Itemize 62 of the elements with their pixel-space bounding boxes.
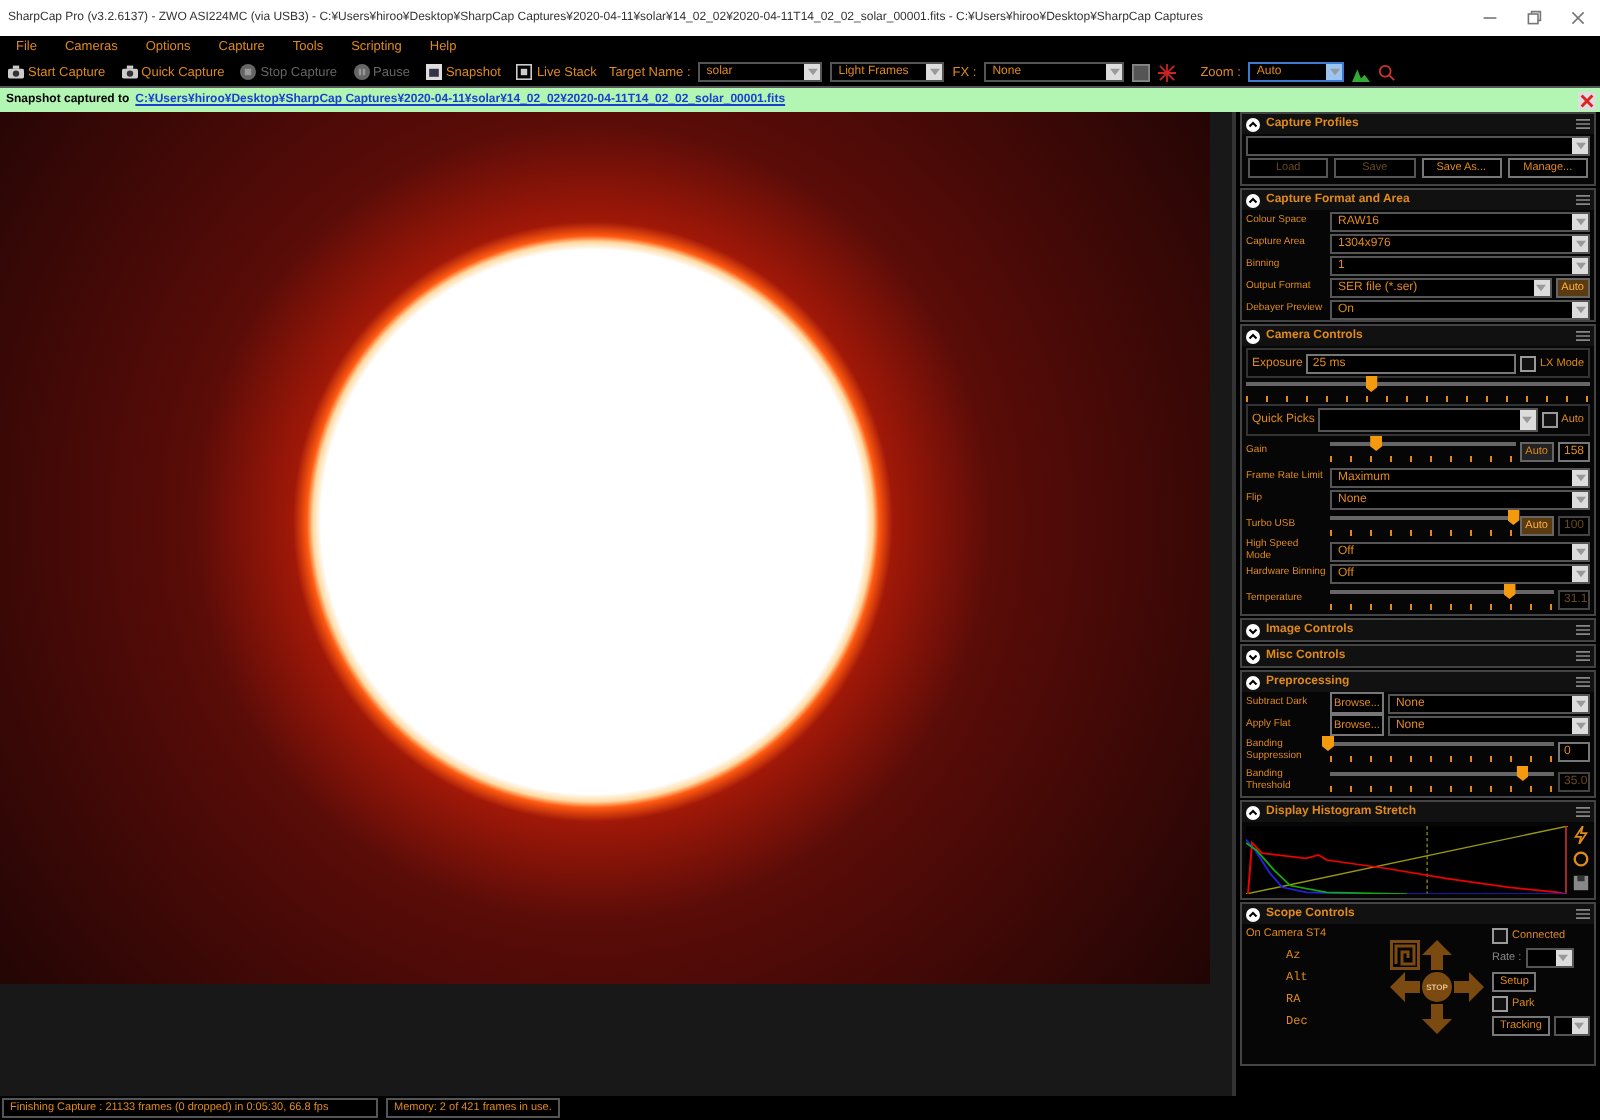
collapse-icon[interactable] — [1246, 675, 1260, 689]
caret-icon — [1575, 699, 1585, 707]
caret-icon — [1329, 68, 1340, 76]
profile-dropdown[interactable] — [1246, 135, 1590, 155]
caret-icon — [807, 68, 818, 76]
caret-icon — [1575, 721, 1585, 729]
menu-icon[interactable] — [1576, 118, 1590, 130]
caret-icon — [1575, 261, 1585, 269]
caret-icon — [1575, 217, 1585, 225]
left-arrow-icon[interactable] — [1390, 972, 1420, 1002]
caret-icon — [1536, 283, 1547, 291]
checkbox[interactable] — [1541, 412, 1558, 428]
stack-icon — [516, 64, 533, 80]
checkbox[interactable] — [1492, 928, 1508, 944]
menu-icon[interactable] — [1576, 624, 1590, 636]
menu-icon[interactable] — [1576, 806, 1590, 818]
checkbox[interactable] — [1519, 355, 1536, 371]
restore-icon[interactable] — [1526, 10, 1542, 26]
close-button[interactable] — [1578, 91, 1596, 109]
caret-icon — [1575, 239, 1585, 247]
expand-icon[interactable] — [1246, 649, 1260, 663]
caret-icon — [1575, 141, 1585, 149]
caret-icon — [1575, 495, 1585, 503]
collapse-icon[interactable] — [1246, 329, 1260, 343]
spiral-icon[interactable] — [1390, 940, 1420, 970]
rate-dropdown[interactable] — [1525, 948, 1574, 968]
caret-icon — [1109, 68, 1120, 76]
menu-icon[interactable] — [1576, 194, 1590, 206]
checkbox[interactable] — [1492, 996, 1508, 1012]
square-icon[interactable] — [1132, 63, 1151, 81]
up-arrow-icon[interactable] — [1422, 940, 1452, 970]
save-icon[interactable] — [1572, 874, 1590, 892]
menu-icon[interactable] — [1576, 676, 1590, 688]
menu-icon[interactable] — [1576, 650, 1590, 662]
slider-thumb[interactable] — [1365, 376, 1378, 392]
tracking-dropdown[interactable] — [1553, 1016, 1590, 1036]
slider-thumb[interactable] — [1516, 765, 1529, 781]
close-icon[interactable] — [1570, 10, 1586, 26]
caret-icon — [1575, 569, 1585, 577]
caret-icon — [1575, 473, 1585, 481]
collapse-icon[interactable] — [1246, 907, 1260, 921]
down-arrow-icon[interactable] — [1422, 1004, 1452, 1034]
caret-icon — [929, 68, 940, 76]
search-icon[interactable] — [1378, 63, 1397, 81]
collapse-icon[interactable] — [1246, 117, 1260, 131]
pause-icon — [353, 64, 370, 80]
histogram-drawing[interactable] — [1246, 826, 1568, 894]
lightning-icon[interactable] — [1572, 826, 1590, 844]
collapse-icon[interactable] — [1246, 805, 1260, 819]
collapse-icon[interactable] — [1246, 193, 1260, 207]
expand-icon[interactable] — [1246, 623, 1260, 637]
menu-icon[interactable] — [1576, 330, 1590, 342]
caret-icon — [1522, 416, 1533, 424]
caret-icon — [1575, 547, 1585, 555]
reset-icon[interactable] — [1572, 850, 1590, 868]
quick-picks-dropdown[interactable] — [1318, 408, 1538, 432]
stop-icon — [240, 64, 257, 80]
caret-icon — [1574, 1022, 1585, 1030]
caret-icon — [1558, 954, 1569, 962]
menu-icon[interactable] — [1576, 908, 1590, 920]
caret-icon — [1575, 305, 1585, 313]
slider-thumb[interactable] — [1322, 735, 1334, 751]
